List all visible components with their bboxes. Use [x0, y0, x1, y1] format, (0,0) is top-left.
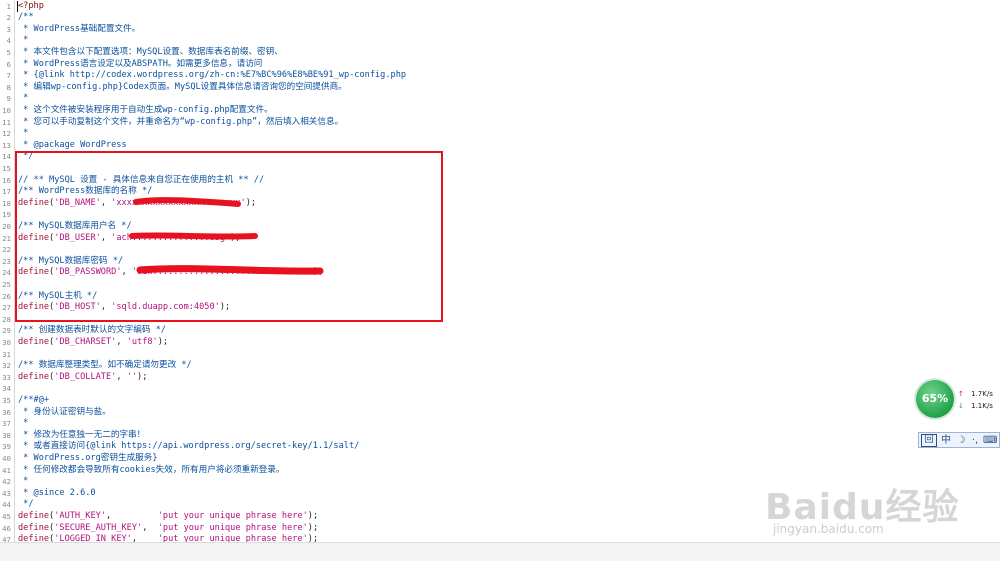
status-bar: [0, 542, 1000, 561]
upload-speed: ↑ 1.7K/s: [958, 390, 993, 398]
punctuation-icon[interactable]: ·,: [969, 434, 981, 447]
moon-icon[interactable]: ☽: [955, 434, 967, 447]
arrow-up-icon: ↑: [958, 390, 964, 398]
keyboard-icon[interactable]: ⌨: [983, 434, 997, 447]
baidu-jingyan-watermark: Baidu经验 jingyan.baidu.com: [765, 478, 1000, 540]
arrow-down-icon: ↓: [958, 402, 964, 410]
watermark-url: jingyan.baidu.com: [773, 522, 884, 536]
ime-mode-toggle[interactable]: 中: [939, 434, 953, 447]
redaction-db-password: [136, 265, 324, 275]
redaction-marks: [129, 197, 324, 275]
memory-usage-circle[interactable]: 65%: [916, 380, 954, 418]
redaction-db-name: [133, 197, 241, 207]
code-editor[interactable]: 1 <?php 2/** 3 * WordPress基础配置文件。 4 * 5 * 本文件…: [0, 0, 1000, 542]
ime-toolbar[interactable]: 回 中 ☽ ·, ⌨: [918, 432, 1000, 448]
ime-logo-icon[interactable]: 回: [921, 434, 937, 447]
network-speed-widget[interactable]: 65% ↑ 1.7K/s ↓ 1.1K/s: [916, 380, 1000, 420]
redaction-db-user: [129, 232, 258, 240]
download-speed: ↓ 1.1K/s: [958, 402, 993, 410]
